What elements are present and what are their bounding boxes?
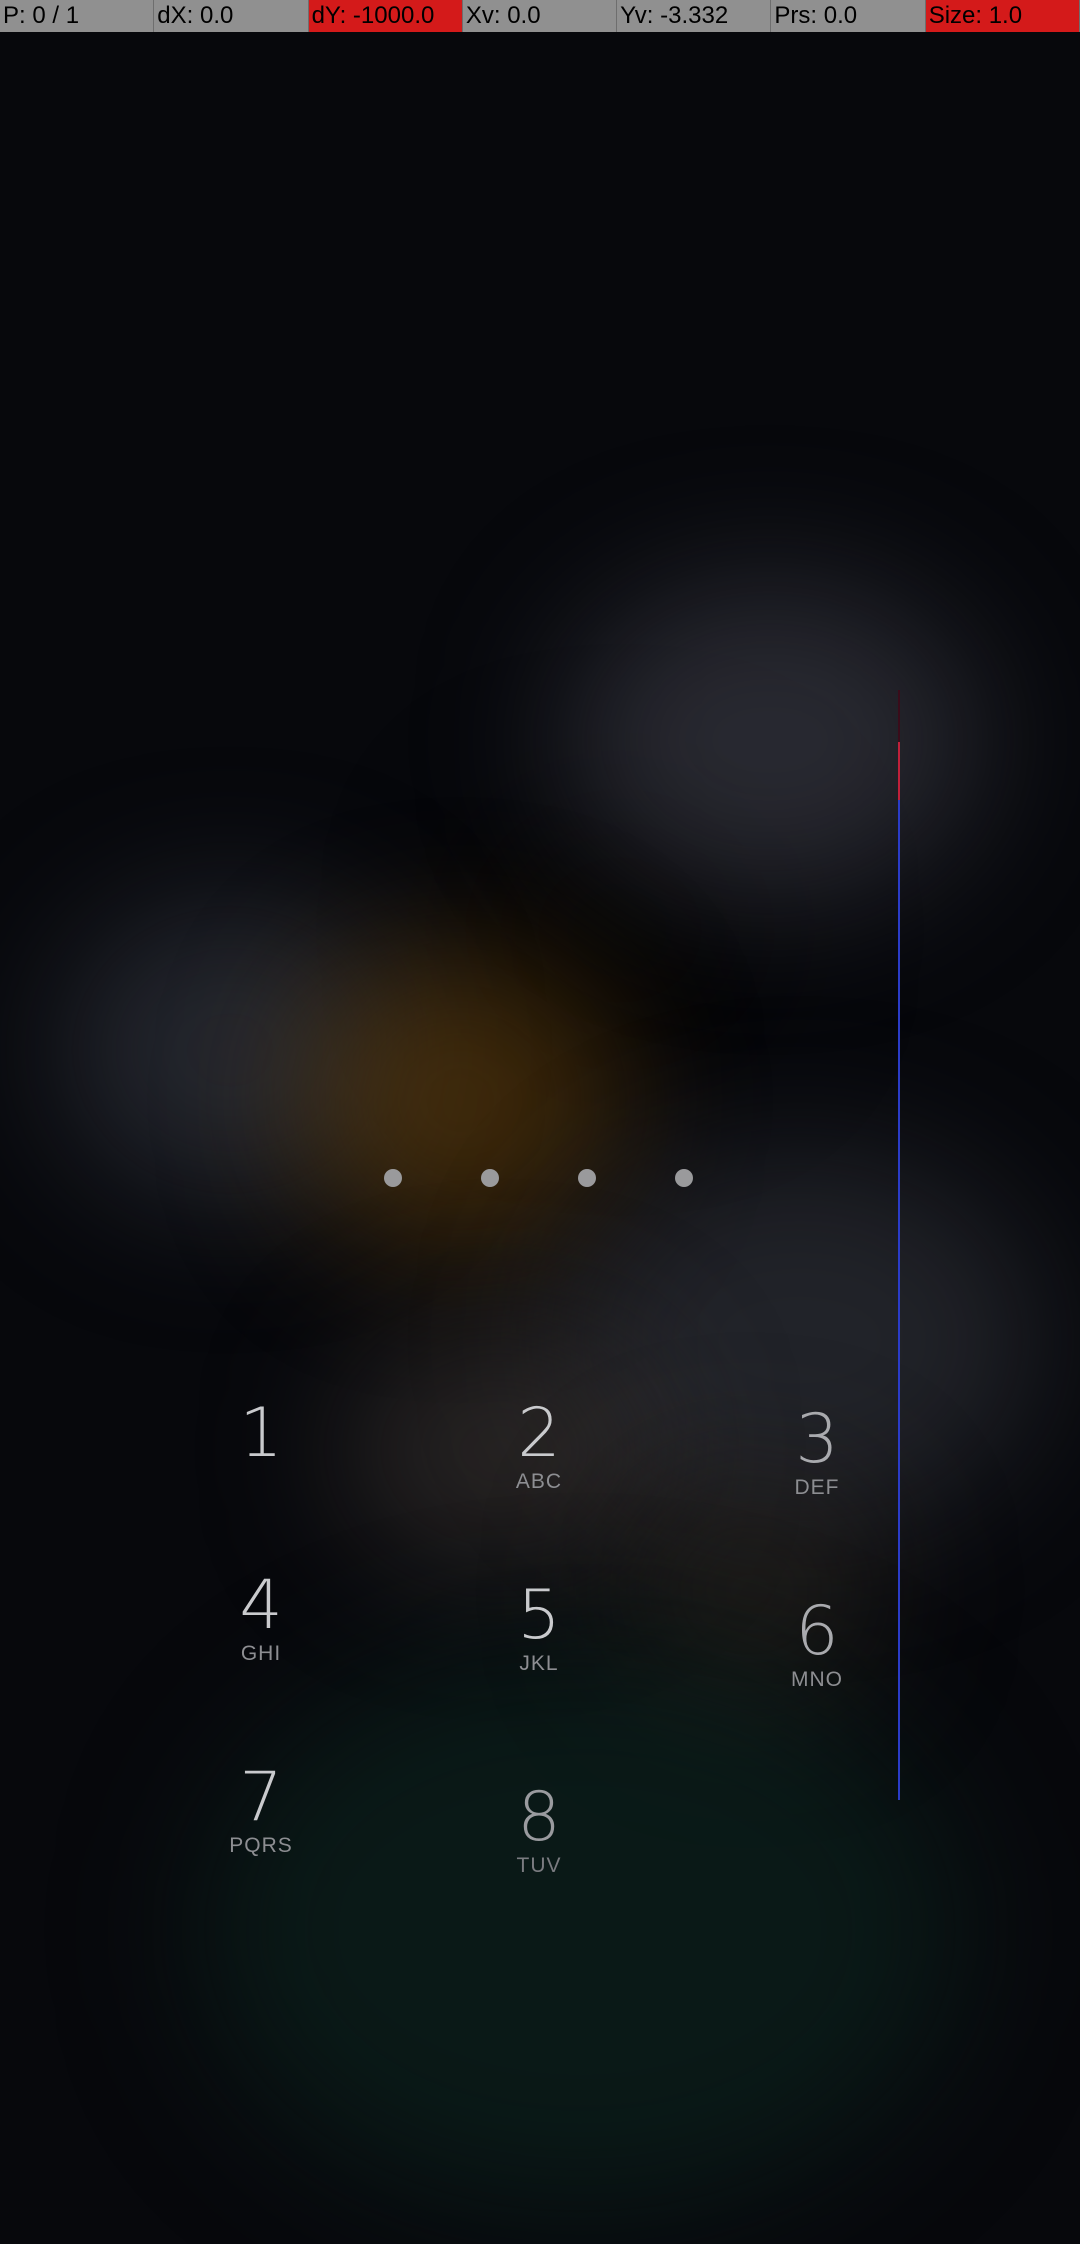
pointer-count: P: 0 / 1 — [0, 0, 155, 32]
wallpaper-blob — [300, 950, 620, 1250]
touch-size: Size: 1.0 — [925, 0, 1080, 32]
pin-dot — [675, 1169, 693, 1187]
key-digit: 8 — [517, 1778, 561, 1857]
pressure: Prs: 0.0 — [771, 0, 926, 32]
wallpaper-blob — [560, 580, 980, 900]
key-digit: 7 — [239, 1758, 283, 1837]
key-letters: GHI — [240, 1642, 282, 1665]
key-digit: 2 — [517, 1394, 561, 1473]
key-letters: ABC — [515, 1470, 563, 1493]
keypad-key-5[interactable]: 5 JKL — [459, 1580, 619, 1676]
keypad-key-6[interactable]: 6 MNO — [737, 1596, 897, 1692]
key-letters: DEF — [794, 1476, 840, 1499]
pointer-trace-line — [898, 690, 900, 1800]
wallpaper-blob — [60, 900, 400, 1200]
key-digit: 1 — [239, 1394, 283, 1473]
keypad-key-2[interactable]: 2 ABC — [459, 1398, 619, 1494]
key-digit: 6 — [795, 1592, 839, 1671]
keypad-key-1[interactable]: 1 — [181, 1398, 341, 1470]
pin-entry-dots — [0, 1169, 1080, 1187]
pin-dot — [578, 1169, 596, 1187]
delta-x: dX: 0.0 — [154, 0, 309, 32]
wallpaper-blob — [200, 1650, 960, 2210]
velocity-y: Yv: -3.332 — [617, 0, 772, 32]
pin-dot — [481, 1169, 499, 1187]
delta-y: dY: -1000.0 — [308, 0, 463, 32]
keypad-key-4[interactable]: 4 GHI — [181, 1570, 341, 1666]
wallpaper-shadow — [470, 800, 770, 1060]
pointer-location-bar: P: 0 / 1 dX: 0.0 dY: -1000.0 Xv: 0.0 Yv:… — [0, 0, 1080, 32]
velocity-x: Xv: 0.0 — [462, 0, 618, 32]
keypad-key-7[interactable]: 7 PQRS — [181, 1762, 341, 1858]
lock-screen: P: 0 / 1 dX: 0.0 dY: -1000.0 Xv: 0.0 Yv:… — [0, 0, 1080, 2244]
pin-dot — [384, 1169, 402, 1187]
key-letters: MNO — [791, 1668, 843, 1691]
key-letters: PQRS — [229, 1834, 293, 1857]
key-digit: 5 — [517, 1576, 561, 1655]
key-letters: JKL — [519, 1652, 559, 1675]
keypad-key-8[interactable]: 8 TUV — [459, 1782, 619, 1878]
key-digit: 4 — [239, 1566, 283, 1645]
keypad-key-3[interactable]: 3 DEF — [737, 1404, 897, 1500]
key-digit: 3 — [795, 1400, 839, 1479]
key-letters: TUV — [516, 1854, 562, 1877]
